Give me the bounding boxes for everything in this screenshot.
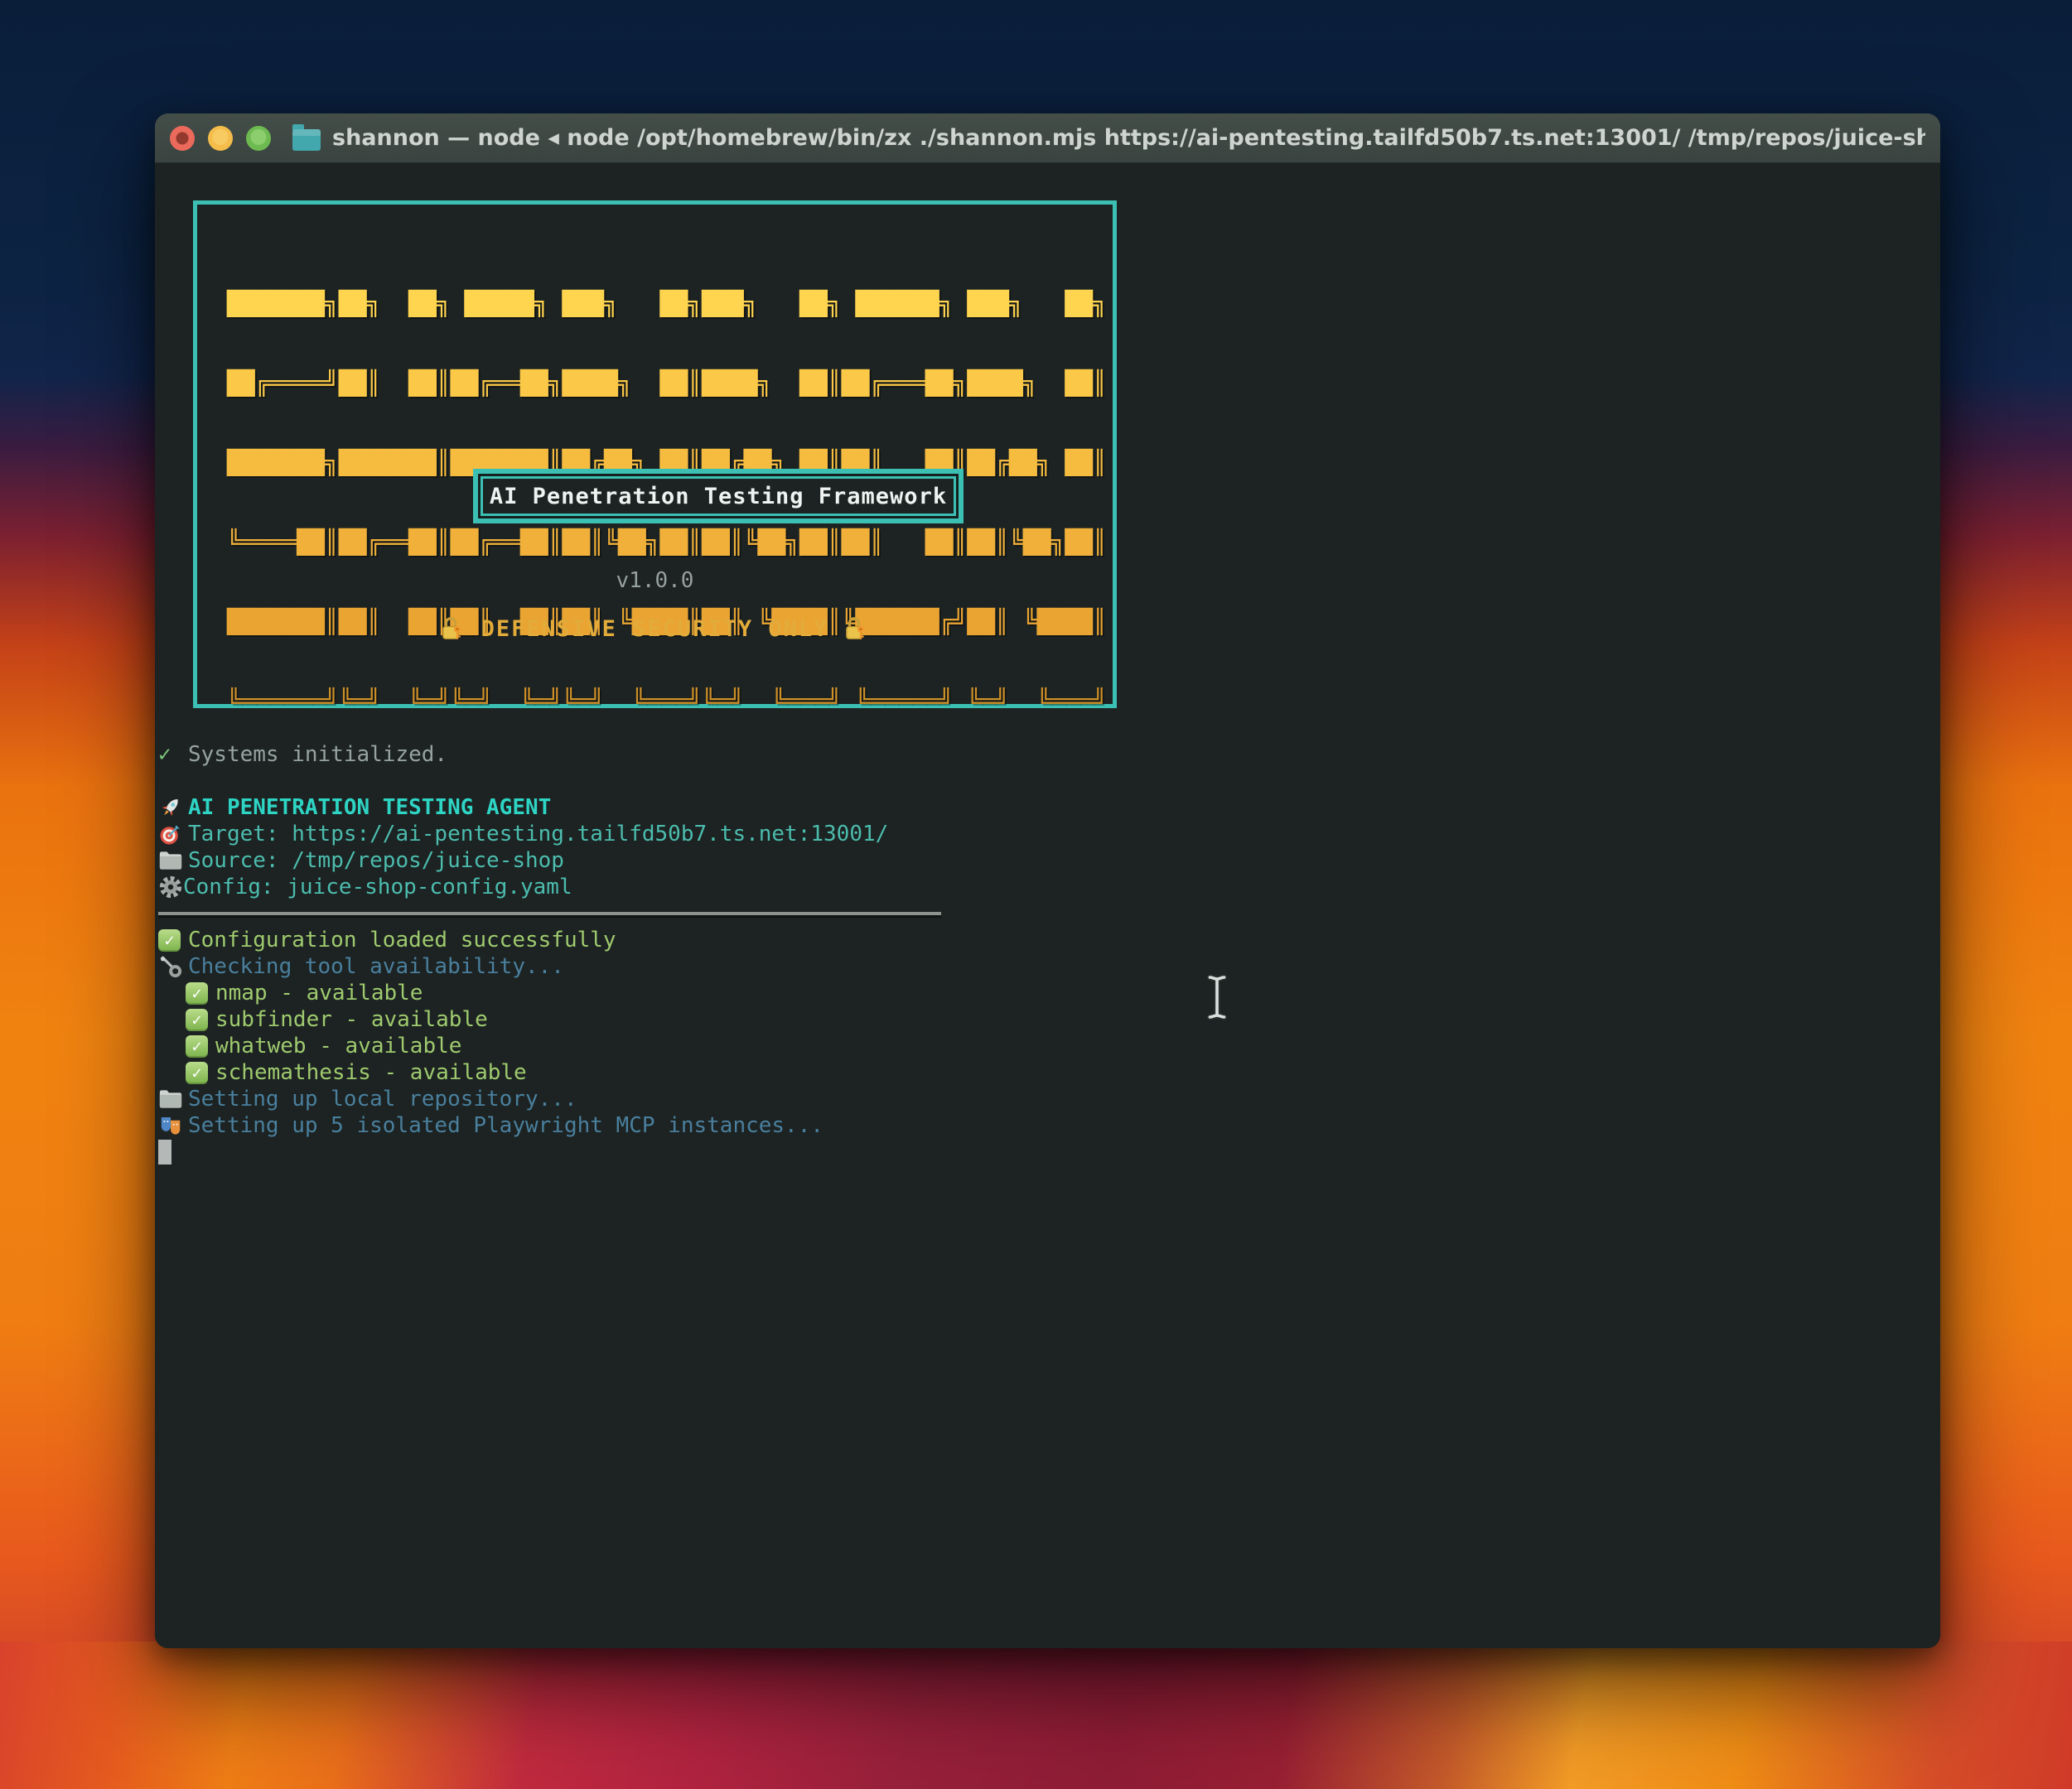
check-box-icon <box>186 1006 215 1033</box>
source-line: Source: /tmp/repos/juice-shop <box>158 847 941 874</box>
framework-label: AI Penetration Testing Framework <box>490 484 947 509</box>
framework-box: AI Penetration Testing Framework <box>481 476 956 516</box>
log-text: schemathesis - available <box>215 1060 527 1085</box>
security-notice: DEFENSIVE SECURITY ONLY <box>197 615 1113 642</box>
config-label: Config: <box>183 875 287 899</box>
terminal-content[interactable]: ███████╗██╗ ██╗ █████╗ ███╗ ██╗███╗ ██╗ … <box>155 163 1940 1648</box>
terminal-output: ✓Systems initialized. AI PENETRATION TES… <box>158 741 941 1165</box>
config-value: juice-shop-config.yaml <box>287 875 572 899</box>
log-line: whatweb - available <box>186 1033 941 1059</box>
rocket-icon <box>158 794 188 821</box>
zoom-button[interactable] <box>246 126 271 151</box>
window-title: shannon — node ◂ node /opt/homebrew/bin/… <box>332 125 1925 151</box>
log-text: Configuration loaded successfully <box>188 928 616 952</box>
target-label: Target: <box>188 822 292 846</box>
target-icon <box>158 821 188 847</box>
log-line: subfinder - available <box>186 1006 941 1033</box>
proxy-folder-icon <box>292 129 321 151</box>
check-box-icon <box>158 927 188 953</box>
wrench-icon <box>158 953 188 980</box>
log-line: schemathesis - available <box>186 1059 941 1086</box>
gear-icon <box>158 874 183 900</box>
source-value: /tmp/repos/juice-shop <box>292 848 564 873</box>
cursor-line <box>158 1139 941 1165</box>
check-icon: ✓ <box>158 742 188 767</box>
log-line: Setting up local repository... <box>158 1086 941 1112</box>
security-notice-text: DEFENSIVE SECURITY ONLY <box>481 616 829 642</box>
log-line: Checking tool availability... <box>158 953 941 980</box>
window-controls <box>170 126 271 151</box>
log-text: Checking tool availability... <box>188 954 564 979</box>
agent-heading: AI PENETRATION TESTING AGENT <box>188 795 551 820</box>
lock-icon <box>842 615 872 642</box>
log-line: Configuration loaded successfully <box>158 927 941 953</box>
terminal-cursor <box>158 1140 171 1165</box>
log-text: Setting up 5 isolated Playwright MCP ins… <box>188 1113 823 1138</box>
window-titlebar[interactable]: shannon — node ◂ node /opt/homebrew/bin/… <box>155 113 1940 163</box>
divider-rule <box>158 912 941 915</box>
target-line: Target: https://ai-pentesting.tailfd50b7… <box>158 821 941 847</box>
log-text: nmap - available <box>215 981 423 1005</box>
check-box-icon <box>186 980 215 1006</box>
folder-icon <box>158 847 188 874</box>
text-cursor-pointer <box>1206 974 1228 1020</box>
config-line: Config: juice-shop-config.yaml <box>158 874 941 900</box>
source-label: Source: <box>188 848 292 873</box>
log-text: subfinder - available <box>215 1007 488 1032</box>
log-text: whatweb - available <box>215 1034 461 1058</box>
log-line: Setting up 5 isolated Playwright MCP ins… <box>158 1112 941 1139</box>
wallpaper-stripes <box>0 1642 2072 1789</box>
systems-initialized-text: Systems initialized. <box>188 742 447 767</box>
log-text: Setting up local repository... <box>188 1087 577 1111</box>
agent-heading-line: AI PENETRATION TESTING AGENT <box>158 794 941 821</box>
masks-icon <box>158 1112 188 1139</box>
desktop: { "colors": { "accent_teal": "#3cc0b4", … <box>0 0 2072 1789</box>
folder-icon <box>158 1086 188 1112</box>
check-box-icon <box>186 1033 215 1059</box>
minimize-button[interactable] <box>208 126 233 151</box>
systems-initialized-line: ✓Systems initialized. <box>158 741 941 768</box>
log-line: nmap - available <box>186 980 941 1006</box>
version-label: v1.0.0 <box>197 568 1113 593</box>
terminal-window: shannon — node ◂ node /opt/homebrew/bin/… <box>155 113 1940 1648</box>
blank-line <box>158 768 941 794</box>
lock-icon <box>438 615 468 642</box>
check-box-icon <box>186 1059 215 1086</box>
banner-box: ███████╗██╗ ██╗ █████╗ ███╗ ██╗███╗ ██╗ … <box>193 200 1117 708</box>
target-value: https://ai-pentesting.tailfd50b7.ts.net:… <box>292 822 888 846</box>
close-button[interactable] <box>170 126 195 151</box>
divider-line <box>158 900 941 927</box>
